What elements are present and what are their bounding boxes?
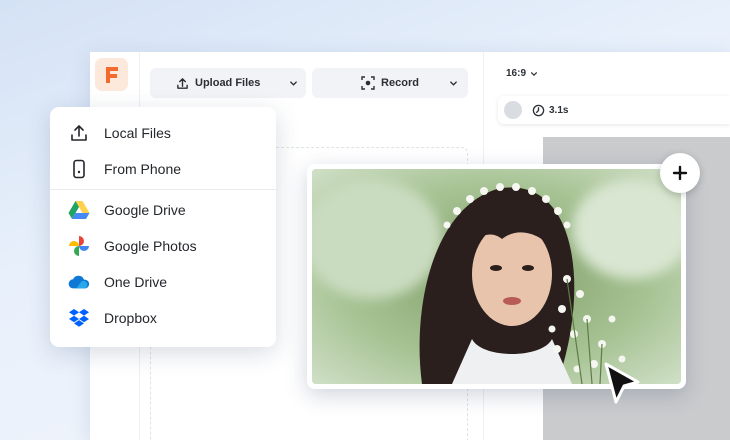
- google-drive-icon: [68, 199, 90, 221]
- upload-icon: [177, 77, 188, 89]
- menu-item-one-drive[interactable]: One Drive: [50, 264, 276, 300]
- record-label: Record: [381, 77, 419, 89]
- upload-source-menu: Local Files From Phone Google Drive Goog…: [50, 107, 276, 347]
- add-media-button[interactable]: [660, 153, 700, 193]
- logo-icon: [105, 66, 118, 83]
- upload-files-label: Upload Files: [195, 77, 261, 89]
- duration-label: 3.1s: [549, 104, 569, 116]
- photo-illustration: [312, 169, 681, 384]
- menu-item-from-phone[interactable]: From Phone: [50, 151, 276, 187]
- record-button[interactable]: Record: [312, 68, 468, 98]
- dropbox-icon: [68, 307, 90, 329]
- menu-item-label: One Drive: [104, 274, 168, 290]
- clip-duration: 3.1s: [532, 104, 568, 117]
- record-icon: [361, 76, 375, 90]
- menu-item-label: Dropbox: [104, 310, 157, 326]
- aspect-ratio-select[interactable]: 16:9: [506, 68, 538, 79]
- plus-icon: [672, 165, 688, 181]
- clip-timeline: 3.1s: [498, 96, 730, 124]
- menu-item-google-drive[interactable]: Google Drive: [50, 192, 276, 228]
- phone-icon: [68, 158, 90, 180]
- dragged-photo-card[interactable]: [307, 164, 686, 389]
- aspect-ratio-label: 16:9: [506, 68, 527, 79]
- app-logo[interactable]: [95, 58, 128, 91]
- chevron-down-icon: [531, 71, 538, 76]
- menu-item-label: Local Files: [104, 125, 171, 141]
- menu-item-dropbox[interactable]: Dropbox: [50, 300, 276, 336]
- clock-icon: [532, 104, 545, 116]
- portrait-photo: [312, 169, 681, 384]
- clip-color-dot[interactable]: [504, 101, 522, 119]
- google-photos-icon: [68, 235, 90, 257]
- menu-item-label: Google Photos: [104, 238, 197, 254]
- upload-dropdown-toggle[interactable]: [280, 79, 306, 88]
- menu-item-google-photos[interactable]: Google Photos: [50, 228, 276, 264]
- menu-divider: [50, 189, 276, 190]
- menu-item-label: From Phone: [104, 161, 182, 177]
- chevron-down-icon[interactable]: [449, 79, 458, 88]
- upload-icon: [68, 122, 90, 144]
- menu-item-local-files[interactable]: Local Files: [50, 115, 276, 151]
- upload-files-button[interactable]: Upload Files: [150, 68, 306, 98]
- cursor-icon: [604, 362, 640, 404]
- menu-item-label: Google Drive: [104, 202, 186, 218]
- chevron-down-icon: [289, 80, 297, 86]
- onedrive-icon: [68, 271, 90, 293]
